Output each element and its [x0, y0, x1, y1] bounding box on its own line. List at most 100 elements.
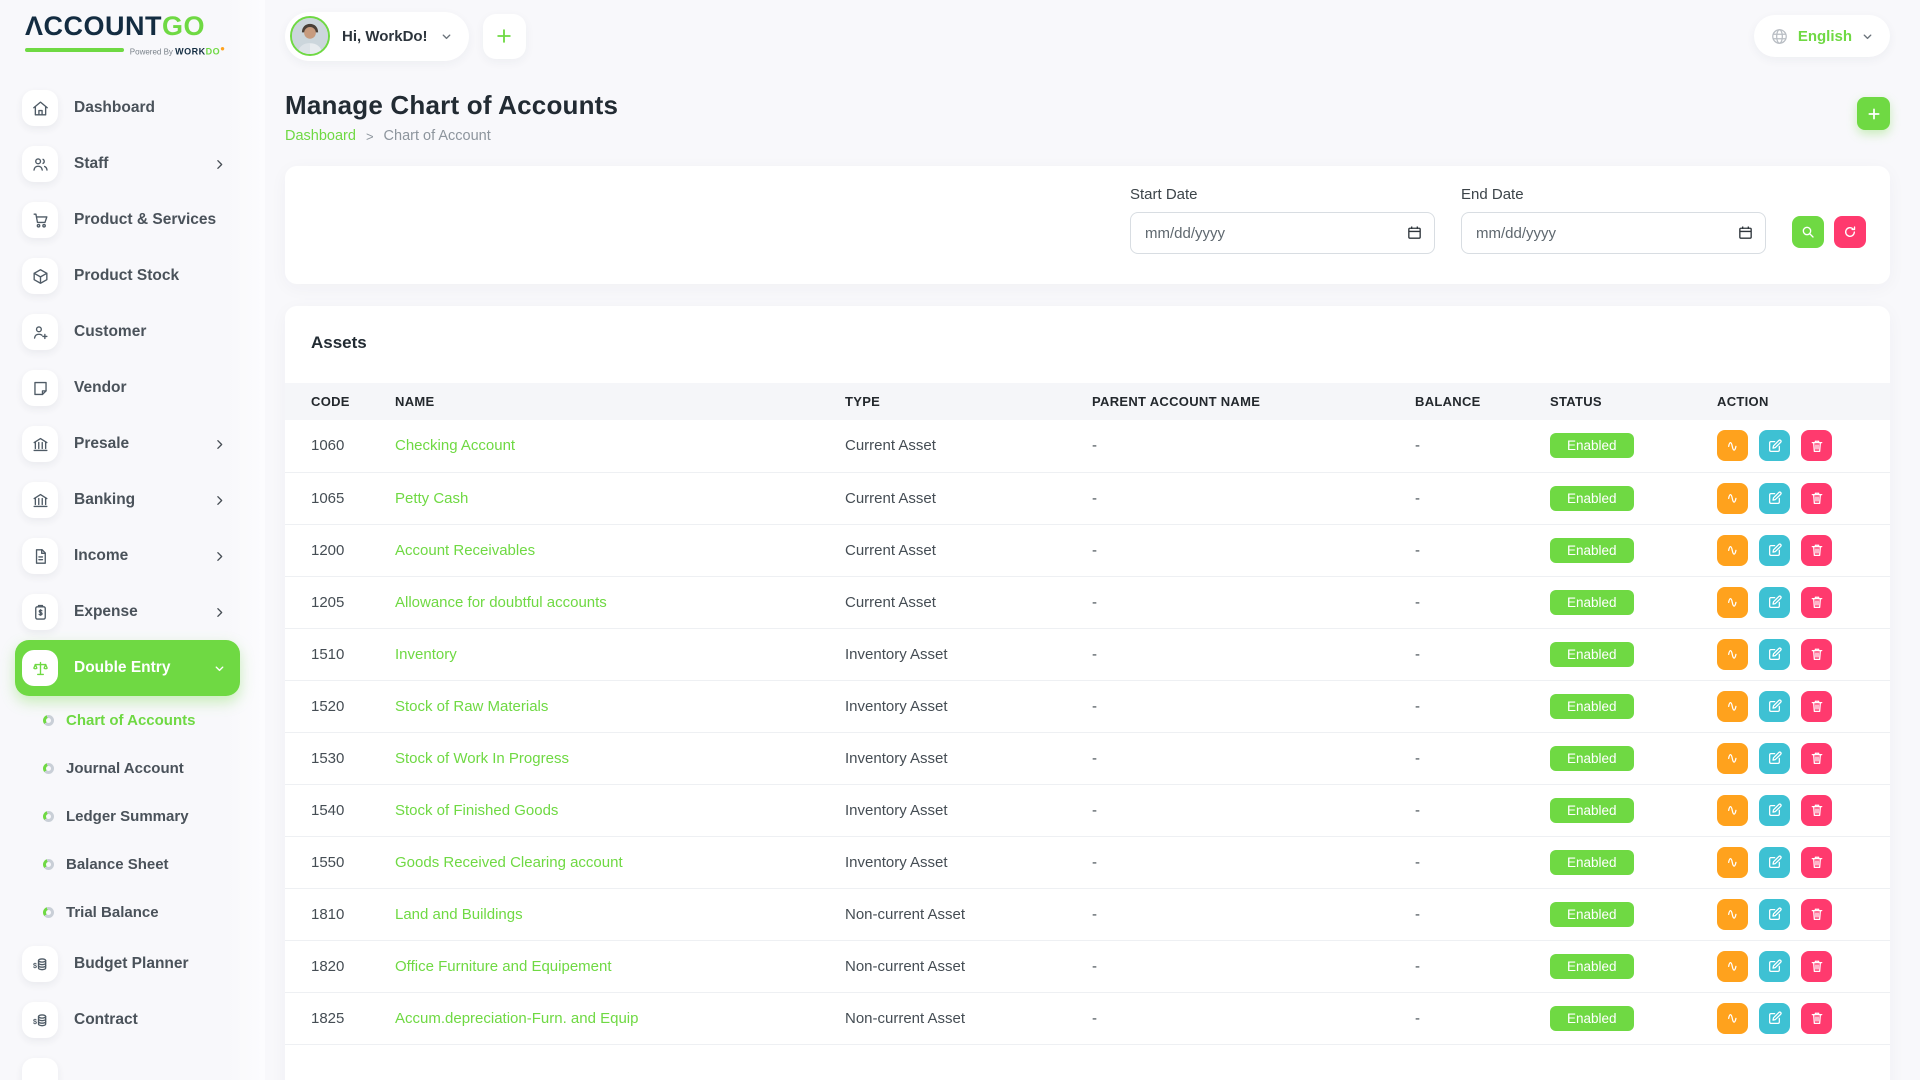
edit-button[interactable]	[1759, 535, 1790, 566]
sidebar-item-partial[interactable]	[15, 1048, 240, 1080]
account-name-link[interactable]: Office Furniture and Equipement	[395, 958, 612, 975]
breadcrumb-dashboard-link[interactable]: Dashboard	[285, 128, 356, 144]
transaction-summary-button[interactable]	[1717, 587, 1748, 618]
account-name-link[interactable]: Allowance for doubtful accounts	[395, 594, 607, 611]
sidebar-item-product-services[interactable]: Product & Services	[15, 192, 240, 248]
chevron-right-icon	[213, 550, 226, 563]
edit-button[interactable]	[1759, 795, 1790, 826]
sidebar-item-presale[interactable]: Presale	[15, 416, 240, 472]
account-name-link[interactable]: Accum.depreciation-Furn. and Equip	[395, 1010, 638, 1027]
delete-button[interactable]	[1801, 639, 1832, 670]
sidebar-item-dashboard[interactable]: Dashboard	[15, 80, 240, 136]
breadcrumb: Dashboard > Chart of Account	[285, 128, 618, 144]
row-actions	[1717, 899, 1880, 930]
sidebar-item-contract[interactable]: $ Contract	[15, 992, 240, 1048]
transaction-summary-button[interactable]	[1717, 847, 1748, 878]
table-row: 1060 Checking Account Current Asset - - …	[285, 420, 1890, 472]
transaction-summary-button[interactable]	[1717, 483, 1748, 514]
edit-button[interactable]	[1759, 951, 1790, 982]
account-name-link[interactable]: Stock of Finished Goods	[395, 802, 558, 819]
delete-button[interactable]	[1801, 430, 1832, 461]
transaction-summary-button[interactable]	[1717, 1003, 1748, 1034]
table-row: 1205 Allowance for doubtful accounts Cur…	[285, 576, 1890, 628]
edit-button[interactable]	[1759, 847, 1790, 878]
account-name-link[interactable]: Goods Received Clearing account	[395, 854, 623, 871]
edit-button[interactable]	[1759, 483, 1790, 514]
sidebar-item-expense[interactable]: Expense	[15, 584, 240, 640]
transaction-summary-button[interactable]	[1717, 795, 1748, 826]
create-account-button[interactable]	[1857, 97, 1890, 130]
cell-parent: -	[1092, 992, 1415, 1044]
table-row: 1825 Accum.depreciation-Furn. and Equip …	[285, 992, 1890, 1044]
delete-button[interactable]	[1801, 1003, 1832, 1034]
sidebar-item-budget-planner[interactable]: $ Budget Planner	[15, 936, 240, 992]
edit-button[interactable]	[1759, 639, 1790, 670]
cell-balance: -	[1415, 836, 1550, 888]
account-name-link[interactable]: Stock of Work In Progress	[395, 750, 569, 767]
account-name-link[interactable]: Land and Buildings	[395, 906, 523, 923]
delete-button[interactable]	[1801, 691, 1832, 722]
note-icon	[22, 370, 58, 406]
transaction-summary-button[interactable]	[1717, 691, 1748, 722]
user-menu[interactable]: Hi, WorkDo!	[285, 12, 469, 61]
brand-name-secondary: GO	[162, 11, 205, 41]
delete-button[interactable]	[1801, 535, 1832, 566]
sidebar-item-vendor[interactable]: Vendor	[15, 360, 240, 416]
start-date-input[interactable]	[1130, 212, 1435, 254]
cell-parent: -	[1092, 472, 1415, 524]
delete-button[interactable]	[1801, 847, 1832, 878]
trash-icon	[1809, 906, 1825, 922]
wave-icon	[1725, 958, 1741, 974]
sidebar-item-balance-sheet[interactable]: Balance Sheet	[15, 840, 265, 888]
sidebar-item-banking[interactable]: Banking	[15, 472, 240, 528]
edit-button[interactable]	[1759, 691, 1790, 722]
edit-button[interactable]	[1759, 743, 1790, 774]
wave-icon	[1725, 698, 1741, 714]
edit-button[interactable]	[1759, 587, 1790, 618]
end-date-input[interactable]	[1461, 212, 1766, 254]
cell-parent: -	[1092, 680, 1415, 732]
sidebar-item-trial-balance[interactable]: Trial Balance	[15, 888, 265, 936]
account-name-link[interactable]: Checking Account	[395, 437, 515, 454]
transaction-summary-button[interactable]	[1717, 899, 1748, 930]
cell-type: Inventory Asset	[845, 784, 1092, 836]
transaction-summary-button[interactable]	[1717, 639, 1748, 670]
transaction-summary-button[interactable]	[1717, 430, 1748, 461]
sidebar-item-chart-of-accounts[interactable]: Chart of Accounts	[15, 696, 265, 744]
delete-button[interactable]	[1801, 587, 1832, 618]
delete-button[interactable]	[1801, 951, 1832, 982]
chevron-down-icon	[1861, 30, 1874, 43]
delete-button[interactable]	[1801, 795, 1832, 826]
cell-parent: -	[1092, 628, 1415, 680]
edit-button[interactable]	[1759, 430, 1790, 461]
delete-button[interactable]	[1801, 743, 1832, 774]
sidebar-item-staff[interactable]: Staff	[15, 136, 240, 192]
transaction-summary-button[interactable]	[1717, 743, 1748, 774]
sidebar-item-customer[interactable]: Customer	[15, 304, 240, 360]
account-name-link[interactable]: Account Receivables	[395, 542, 535, 559]
brand-logo[interactable]: ΛCCOUNTGO Powered By WORKDO●	[15, 12, 225, 56]
delete-button[interactable]	[1801, 483, 1832, 514]
reset-filter-button[interactable]	[1834, 216, 1866, 248]
status-badge: Enabled	[1550, 954, 1634, 979]
transaction-summary-button[interactable]	[1717, 535, 1748, 566]
sidebar-item-double-entry[interactable]: Double Entry	[15, 640, 240, 696]
delete-button[interactable]	[1801, 899, 1832, 930]
account-name-link[interactable]: Petty Cash	[395, 490, 468, 507]
language-label: English	[1798, 28, 1852, 45]
account-name-link[interactable]: Inventory	[395, 646, 457, 663]
sidebar-item-label: Vendor	[74, 379, 127, 397]
cell-type: Inventory Asset	[845, 836, 1092, 888]
language-selector[interactable]: English	[1754, 15, 1890, 57]
edit-button[interactable]	[1759, 1003, 1790, 1034]
transaction-summary-button[interactable]	[1717, 951, 1748, 982]
quick-add-button[interactable]	[483, 14, 526, 59]
sidebar-item-income[interactable]: Income	[15, 528, 240, 584]
edit-button[interactable]	[1759, 899, 1790, 930]
sidebar-item-product-stock[interactable]: Product Stock	[15, 248, 240, 304]
sidebar-item-ledger-summary[interactable]: Ledger Summary	[15, 792, 265, 840]
apply-filter-button[interactable]	[1792, 216, 1824, 248]
account-name-link[interactable]: Stock of Raw Materials	[395, 698, 548, 715]
sidebar-item-journal-account[interactable]: Journal Account	[15, 744, 265, 792]
cell-balance: -	[1415, 888, 1550, 940]
